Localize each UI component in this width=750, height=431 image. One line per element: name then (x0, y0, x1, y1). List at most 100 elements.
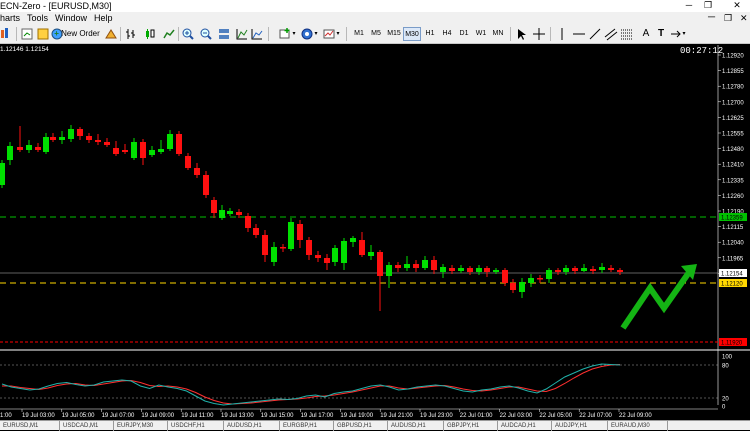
templates-icon[interactable] (322, 27, 336, 41)
time-axis-label: 19 Jul 21:00 (380, 413, 413, 419)
minimize-icon[interactable]: ─ (683, 0, 695, 11)
timeframe-m1[interactable]: M1 (351, 27, 367, 41)
price-axis-label: 1.12410 (722, 163, 744, 169)
bear-candle (608, 268, 614, 270)
fibonacci-icon[interactable] (620, 27, 634, 41)
arrows-dropdown-icon[interactable]: ▾ (681, 26, 687, 42)
crosshair-icon[interactable] (532, 27, 546, 41)
bull-candle (599, 267, 605, 270)
timeframe-m5[interactable]: M5 (368, 27, 384, 41)
menu-tools[interactable]: Tools (27, 12, 48, 24)
timeframe-h4[interactable]: H4 (439, 27, 455, 41)
autotrading-icon[interactable] (104, 27, 118, 41)
bear-candle (572, 268, 578, 271)
bear-candle (306, 240, 312, 255)
toolbar-separator (346, 27, 347, 41)
bear-candle (35, 147, 41, 150)
time-axis-label: 19 Jul 13:00 (221, 413, 254, 419)
chart-window[interactable]: 1.12920 1.12855 1.12780 1.12700 1.12625 1.125… (0, 45, 750, 420)
bull-candle (458, 268, 464, 271)
price-axis-label: 1.12260 (722, 194, 744, 200)
tile-windows-icon[interactable] (217, 27, 231, 41)
bull-candle (227, 211, 233, 214)
cursor-icon[interactable] (514, 27, 528, 41)
timeframe-m30[interactable]: M30 (403, 27, 421, 41)
ask-label: 1.12120 (721, 282, 743, 288)
time-axis-label: 19 Jul 05:00 (62, 413, 95, 419)
menu-help[interactable]: Help (94, 12, 113, 24)
trading-terminal-window: ECN-Zero - [EURUSD,M30] ─ ❐ ✕ harts Tool… (0, 0, 750, 431)
chart-icon[interactable] (0, 27, 14, 41)
stoch-axis-label: 80 (722, 364, 729, 370)
stoch-axis-label: 20 (722, 397, 729, 403)
bull-candle (386, 265, 392, 276)
timeframe-mn[interactable]: MN (490, 27, 506, 41)
templates-dropdown-icon[interactable]: ▾ (335, 26, 341, 42)
zoom-in-icon[interactable] (181, 27, 195, 41)
bear-candle (431, 260, 437, 270)
price-axis-label: 1.12700 (722, 100, 744, 106)
stoch-main-line (1, 363, 621, 406)
bear-candle (86, 136, 92, 140)
time-axis-label: 19 Jul 23:00 (420, 413, 453, 419)
bear-candle (502, 270, 508, 283)
toolbar-separator (120, 27, 121, 41)
time-axis-label: 22 Jul 05:00 (539, 413, 572, 419)
chart-shift-icon[interactable] (235, 27, 249, 41)
autoscroll-icon[interactable] (250, 27, 264, 41)
bear-candle (297, 224, 303, 240)
candlestick-icon[interactable] (143, 27, 157, 41)
mdi-close-icon[interactable]: ✕ (740, 12, 748, 24)
level-label-red: 1.11920 (721, 341, 743, 347)
bull-candle (422, 260, 428, 268)
bear-candle (113, 148, 119, 154)
line-chart-icon[interactable] (162, 27, 176, 41)
bear-candle (236, 212, 242, 215)
periods-dropdown-icon[interactable]: ▾ (313, 26, 319, 42)
bear-candle (449, 268, 455, 271)
new-chart-icon[interactable] (20, 27, 34, 41)
bear-candle (555, 270, 561, 272)
bear-candle (176, 134, 182, 154)
time-axis-label: 22 Jul 09:00 (619, 413, 652, 419)
market-watch-icon[interactable] (36, 27, 50, 41)
timeframe-m15[interactable]: M15 (385, 27, 403, 41)
mdi-minimize-icon[interactable]: ─ (708, 12, 715, 24)
time-axis-label: 19 Jul 03:00 (22, 413, 55, 419)
text-tool-button[interactable]: A (640, 26, 652, 42)
bull-candle (493, 270, 499, 272)
price-axis-label: 1.12625 (722, 116, 744, 122)
text-label-button[interactable]: T (655, 26, 667, 42)
zoom-out-icon[interactable] (199, 27, 213, 41)
timeframe-h1[interactable]: H1 (422, 27, 438, 41)
timeframe-d1[interactable]: D1 (456, 27, 472, 41)
bull-candle (546, 270, 552, 279)
bear-candle (413, 264, 419, 268)
periods-icon[interactable] (300, 27, 314, 41)
toolbar-separator (268, 27, 269, 41)
vertical-line-icon[interactable] (555, 27, 569, 41)
bar-chart-icon[interactable] (124, 27, 138, 41)
trendline-icon[interactable] (588, 27, 602, 41)
window-title: ECN-Zero - [EURUSD,M30] (0, 1, 112, 11)
menu-charts[interactable]: harts (0, 12, 20, 24)
bear-candle (95, 140, 101, 142)
indicators-icon[interactable] (278, 27, 292, 41)
close-icon[interactable]: ✕ (731, 0, 743, 11)
indicators-dropdown-icon[interactable]: ▾ (291, 26, 297, 42)
bar-countdown: 00:27:12 (680, 46, 724, 56)
time-axis-label: 22 Jul 03:00 (500, 413, 533, 419)
bear-candle (484, 268, 490, 272)
timeframe-w1[interactable]: W1 (473, 27, 489, 41)
equidistant-channel-icon[interactable] (604, 27, 618, 41)
bull-candle (341, 241, 347, 263)
restore-icon[interactable]: ❐ (702, 0, 714, 11)
menu-window[interactable]: Window (55, 12, 87, 24)
bear-candle (324, 258, 330, 263)
new-order-button[interactable]: + New Order (53, 26, 101, 42)
price-axis-label: 1.12920 (722, 54, 744, 60)
mdi-restore-icon[interactable]: ❐ (724, 12, 732, 24)
horizontal-line-icon[interactable] (572, 27, 586, 41)
bull-candle (158, 149, 164, 152)
bull-candle (519, 282, 525, 292)
